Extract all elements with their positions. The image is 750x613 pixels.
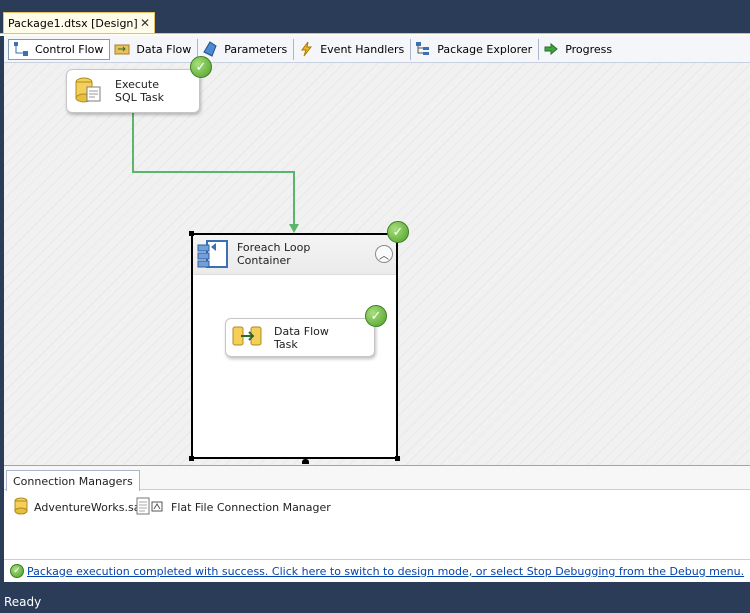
success-check-icon: ✓ bbox=[190, 56, 212, 78]
data-flow-task-icon bbox=[232, 324, 262, 351]
tab-label: Data Flow bbox=[136, 42, 192, 56]
tab-control-flow[interactable]: Control Flow bbox=[8, 38, 111, 60]
switch-to-design-mode-link[interactable]: Package execution completed with success… bbox=[27, 565, 744, 578]
foreach-loop-container[interactable]: Foreach Loop Container ︿ Data Flow Task bbox=[191, 233, 398, 459]
container-title: Foreach Loop Container bbox=[237, 241, 311, 267]
connection-managers-tabbar: Connection Managers bbox=[4, 466, 750, 491]
document-tab[interactable]: Package1.dtsx [Design] ✕ bbox=[3, 12, 155, 34]
data-flow-icon bbox=[114, 41, 130, 57]
connection-label: AdventureWorks.sa bbox=[34, 501, 141, 514]
execute-sql-task[interactable]: Execute SQL Task bbox=[66, 69, 200, 113]
selection-handle[interactable] bbox=[395, 456, 400, 461]
task-label: Data Flow Task bbox=[274, 324, 329, 351]
package-explorer-icon bbox=[415, 41, 431, 57]
tab-label: Connection Managers bbox=[13, 474, 133, 488]
tab-event-handlers[interactable]: Event Handlers bbox=[294, 38, 412, 60]
info-bar: ✓ Package execution completed with succe… bbox=[4, 559, 750, 582]
connection-manager-item[interactable]: Flat File Connection Manager bbox=[136, 497, 331, 518]
success-check-icon: ✓ bbox=[387, 221, 409, 243]
success-check-icon: ✓ bbox=[365, 305, 387, 327]
flat-file-icon bbox=[136, 497, 166, 518]
status-text: Ready bbox=[4, 595, 42, 609]
sql-task-icon bbox=[73, 75, 103, 108]
task-label: Execute SQL Task bbox=[115, 78, 165, 104]
tab-label: Parameters bbox=[224, 42, 288, 56]
progress-icon bbox=[543, 41, 559, 57]
control-flow-canvas[interactable]: Execute SQL Task ✓ Foreach Loop Containe… bbox=[4, 56, 750, 465]
foreach-loop-icon bbox=[197, 239, 229, 274]
document-tab-title: Package1.dtsx [Design] bbox=[8, 17, 138, 30]
connection-manager-item[interactable]: AdventureWorks.sa bbox=[13, 497, 140, 518]
tab-package-explorer[interactable]: Package Explorer bbox=[411, 38, 540, 60]
tab-connection-managers[interactable]: Connection Managers bbox=[6, 470, 140, 491]
database-icon bbox=[13, 497, 29, 518]
tab-data-flow[interactable]: Data Flow bbox=[110, 38, 199, 60]
tab-label: Event Handlers bbox=[320, 42, 405, 56]
designer-tab-bar: Control Flow Data Flow Parameters Event … bbox=[4, 36, 750, 63]
tab-progress[interactable]: Progress bbox=[539, 39, 618, 60]
tab-parameters[interactable]: Parameters bbox=[198, 38, 295, 60]
connector-handle[interactable] bbox=[302, 459, 309, 464]
control-flow-icon bbox=[13, 41, 29, 57]
close-icon[interactable]: ✕ bbox=[140, 16, 150, 30]
tab-label: Control Flow bbox=[35, 42, 104, 56]
event-handlers-icon bbox=[298, 41, 314, 57]
tab-label: Progress bbox=[565, 42, 613, 56]
status-bar: Ready bbox=[0, 591, 750, 613]
selection-handle[interactable] bbox=[189, 231, 194, 236]
collapse-button[interactable]: ︿ bbox=[375, 245, 393, 263]
connection-label: Flat File Connection Manager bbox=[171, 501, 331, 514]
parameters-icon bbox=[202, 41, 218, 57]
success-icon: ✓ bbox=[10, 564, 24, 578]
data-flow-task[interactable]: Data Flow Task bbox=[225, 318, 375, 357]
package-designer: Control Flow Data Flow Parameters Event … bbox=[4, 36, 750, 465]
tab-label: Package Explorer bbox=[437, 42, 533, 56]
selection-handle[interactable] bbox=[189, 456, 194, 461]
connection-managers-panel: Connection Managers AdventureWorks.sa Fl… bbox=[4, 465, 750, 559]
container-header[interactable]: Foreach Loop Container ︿ bbox=[193, 235, 396, 275]
title-strip bbox=[0, 0, 750, 12]
